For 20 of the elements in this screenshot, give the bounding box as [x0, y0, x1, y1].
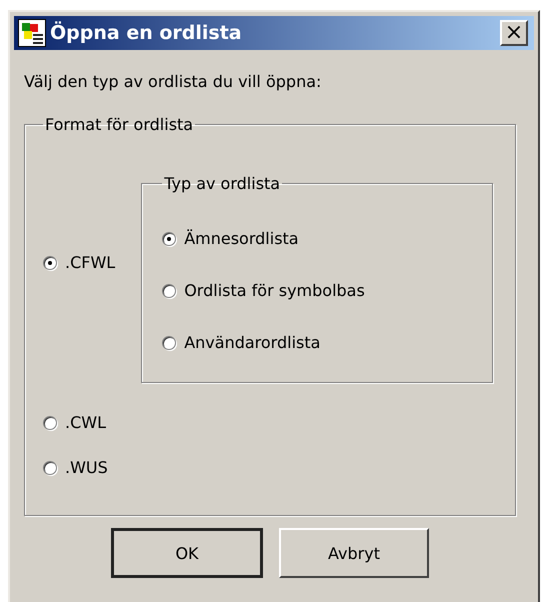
- radio-label: .WUS: [65, 458, 108, 477]
- radio-button[interactable]: Användarordlista: [162, 333, 472, 352]
- radio-button[interactable]: .CFWL: [43, 253, 116, 272]
- radio-label: Ordlista för symbolbas: [184, 281, 365, 300]
- radio-label: .CWL: [65, 413, 106, 432]
- radio-button[interactable]: .CWL: [43, 413, 493, 432]
- close-button[interactable]: ×: [500, 20, 528, 46]
- radio-button[interactable]: Ämnesordlista: [162, 229, 472, 248]
- window-title: Öppna en ordlista: [50, 22, 243, 44]
- radio-label: Ämnesordlista: [184, 229, 299, 248]
- radio-label: .CFWL: [65, 253, 116, 272]
- radio-label: Användarordlista: [184, 333, 320, 352]
- radio-button[interactable]: .WUS: [43, 458, 493, 477]
- dialog-button[interactable]: OK: [111, 528, 263, 578]
- dictionary-icon: [18, 19, 46, 47]
- group-legend: Typ av ordlista: [162, 174, 282, 193]
- dialog-button[interactable]: Avbryt: [279, 528, 429, 578]
- group-legend: Format för ordlista: [43, 115, 196, 134]
- instruction-text: Välj den typ av ordlista du vill öppna:: [24, 72, 322, 91]
- radio-button[interactable]: Ordlista för symbolbas: [162, 281, 472, 300]
